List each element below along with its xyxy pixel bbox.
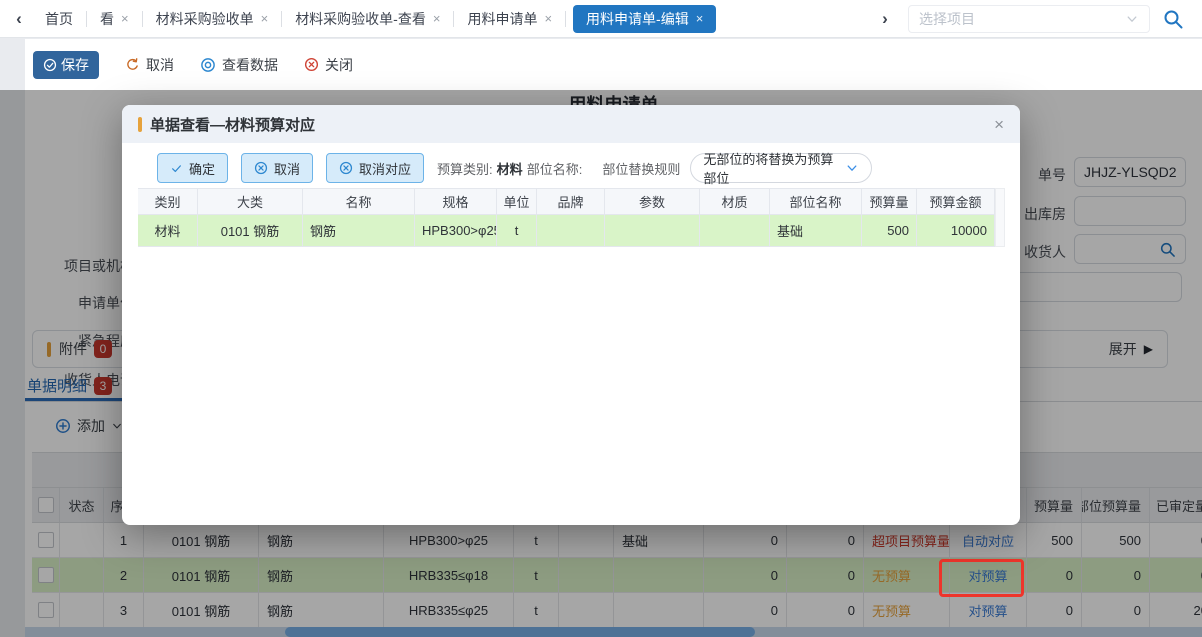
tab-close-icon[interactable]: × xyxy=(696,12,704,25)
close-circle-icon xyxy=(304,57,319,72)
tab-label: 首页 xyxy=(45,9,73,29)
budget-type-value: 材料 xyxy=(497,159,523,178)
search-icon[interactable] xyxy=(1162,8,1184,30)
budget-column-header-category: 类别 xyxy=(138,188,198,215)
tab-close-icon[interactable]: × xyxy=(433,12,441,25)
project-select-placeholder: 选择项目 xyxy=(919,9,1125,29)
undo-icon xyxy=(125,57,140,72)
dialog-title: 单据查看—材料预算对应 xyxy=(150,114,315,135)
dialog-cancel-button[interactable]: 取消 xyxy=(241,153,313,183)
confirm-button[interactable]: 确定 xyxy=(157,153,228,183)
budget-table: 类别大类名称规格单位品牌参数材质部位名称预算量预算金额材料0101 钢筋钢筋HP… xyxy=(138,188,1010,247)
chevron-down-icon xyxy=(1125,12,1139,26)
budget-cell-param xyxy=(605,215,700,247)
budget-cell-name: 钢筋 xyxy=(303,215,415,247)
part-replace-rule-select[interactable]: 无部位的将替换为预算部位 xyxy=(690,153,872,183)
tabs-scroll-left-icon[interactable]: ‹ xyxy=(6,9,32,29)
budget-cell-brand xyxy=(537,215,605,247)
tab-label: 材料采购验收单-查看 xyxy=(295,9,426,29)
cancel-match-button[interactable]: 取消对应 xyxy=(326,153,424,183)
budget-column-header-name: 名称 xyxy=(303,188,415,215)
check-circle-icon xyxy=(43,58,57,72)
tab-材料采购验收单[interactable]: 材料采购验收单 × xyxy=(143,0,282,38)
eye-icon xyxy=(200,57,216,73)
tab-看[interactable]: 看× xyxy=(87,0,142,38)
budget-column-header-part: 部位名称 xyxy=(770,188,862,215)
close-button[interactable]: 关闭 xyxy=(304,55,353,75)
budget-cell-material xyxy=(700,215,770,247)
x-circle-icon xyxy=(254,161,268,175)
dialog-header: 单据查看—材料预算对应 × xyxy=(122,105,1020,143)
tabs-scroll-right-icon[interactable]: › xyxy=(872,9,898,29)
budget-cell-unit: t xyxy=(497,215,537,247)
budget-cell-budget_amount: 10000 xyxy=(917,215,995,247)
dialog-button-row: 确定 取消 取消对应 预算类别: 材料 部位名称: 部位替换规则 无部位的将替换… xyxy=(157,153,872,183)
x-circle-icon xyxy=(339,161,353,175)
check-icon xyxy=(170,162,183,175)
budget-cell-spec: HPB300>φ25 xyxy=(415,215,497,247)
tab-close-icon[interactable]: × xyxy=(544,12,552,25)
tab-label: 用料申请单 xyxy=(467,9,537,29)
budget-column-header-budget_qty: 预算量 xyxy=(862,188,917,215)
dialog-title-bar xyxy=(138,117,142,132)
budget-column-header-material: 材质 xyxy=(700,188,770,215)
toolbar: 保存 取消 查看数据 关闭 xyxy=(25,39,1202,90)
vertical-scrollbar[interactable] xyxy=(995,188,1005,247)
tab-label: 用料申请单-编辑 xyxy=(586,9,689,29)
project-select[interactable]: 选择项目 xyxy=(908,5,1150,33)
tab-用料申请单-编辑[interactable]: 用料申请单-编辑 × xyxy=(573,5,716,33)
view-data-button[interactable]: 查看数据 xyxy=(200,55,278,75)
budget-column-header-spec: 规格 xyxy=(415,188,497,215)
budget-cell-major: 0101 钢筋 xyxy=(198,215,303,247)
tab-用料申请单[interactable]: 用料申请单 × xyxy=(454,0,565,38)
tab-divider xyxy=(565,11,566,27)
budget-column-header-brand: 品牌 xyxy=(537,188,605,215)
budget-cell-budget_qty: 500 xyxy=(862,215,917,247)
tab-材料采购验收单-查看[interactable]: 材料采购验收单-查看 × xyxy=(282,0,453,38)
dialog-close-icon[interactable]: × xyxy=(994,116,1004,133)
budget-cell-category: 材料 xyxy=(138,215,198,247)
tab-bar: ‹ 首页看×材料采购验收单×材料采购验收单-查看×用料申请单×用料申请单-编辑×… xyxy=(0,0,1202,38)
tab-list: 首页看×材料采购验收单×材料采购验收单-查看×用料申请单×用料申请单-编辑× xyxy=(32,0,723,38)
budget-column-header-budget_amount: 预算金额 xyxy=(917,188,995,215)
budget-match-dialog: 单据查看—材料预算对应 × 确定 取消 取消对应 预算类别: 材料 部位名称: … xyxy=(122,105,1020,525)
budget-cell-part: 基础 xyxy=(770,215,862,247)
dialog-meta: 预算类别: 材料 部位名称: 部位替换规则 xyxy=(437,159,680,178)
chevron-down-icon xyxy=(845,161,859,175)
cancel-button[interactable]: 取消 xyxy=(125,55,174,75)
tab-close-icon[interactable]: × xyxy=(121,12,129,25)
tab-首页[interactable]: 首页 xyxy=(32,0,86,38)
budget-column-header-major: 大类 xyxy=(198,188,303,215)
budget-column-header-unit: 单位 xyxy=(497,188,537,215)
tab-close-icon[interactable]: × xyxy=(261,12,269,25)
tab-label: 材料采购验收单 xyxy=(156,9,254,29)
tab-label: 看 xyxy=(100,9,114,29)
budget-column-header-param: 参数 xyxy=(605,188,700,215)
save-button[interactable]: 保存 xyxy=(33,51,99,79)
click-target-highlight xyxy=(939,559,1024,597)
